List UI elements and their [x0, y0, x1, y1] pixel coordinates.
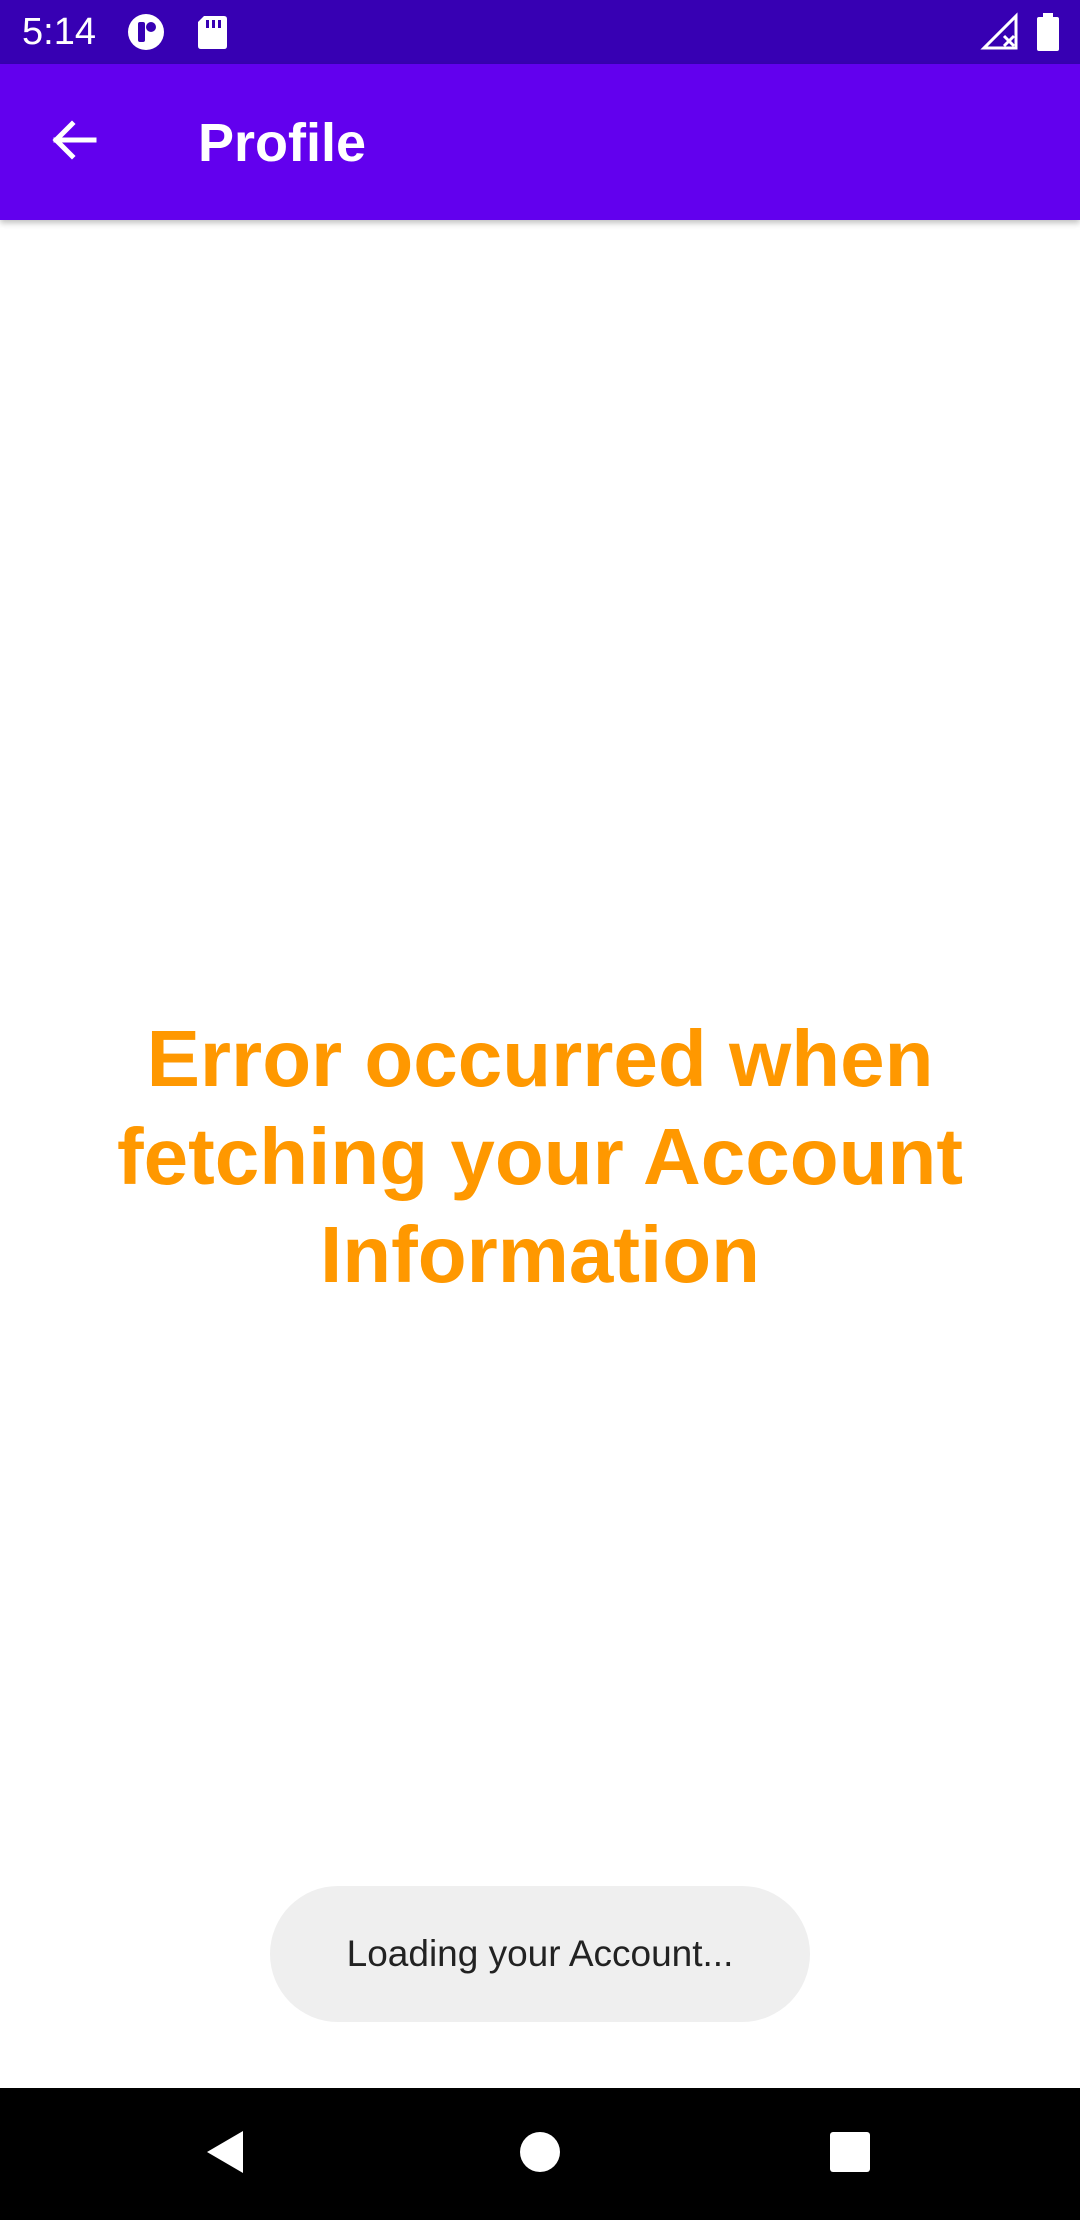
back-button[interactable] [34, 102, 114, 182]
back-triangle-icon [201, 2127, 251, 2182]
sd-card-icon [192, 12, 232, 52]
nav-recents-button[interactable] [810, 2114, 890, 2194]
status-bar: 5:14 [0, 0, 1080, 64]
arrow-back-icon [48, 114, 100, 171]
home-circle-icon [518, 2130, 562, 2179]
app-notification-icon [126, 12, 166, 52]
status-time: 5:14 [22, 11, 96, 53]
profile-screen: 5:14 Profile Error occurred when fetchin… [0, 0, 1080, 2220]
page-title: Profile [198, 113, 367, 173]
battery-full-icon [1034, 12, 1074, 52]
loading-toast: Loading your Account... [270, 1886, 810, 2022]
nav-home-button[interactable] [500, 2114, 580, 2194]
system-nav-bar [0, 2088, 1080, 2220]
nav-back-button[interactable] [186, 2114, 266, 2194]
no-signal-icon [980, 12, 1020, 52]
recents-square-icon [828, 2130, 872, 2179]
app-bar: Profile [0, 64, 1080, 220]
toast-text: Loading your Account... [346, 1933, 734, 1974]
error-message: Error occurred when fetching your Accoun… [117, 1014, 963, 1299]
